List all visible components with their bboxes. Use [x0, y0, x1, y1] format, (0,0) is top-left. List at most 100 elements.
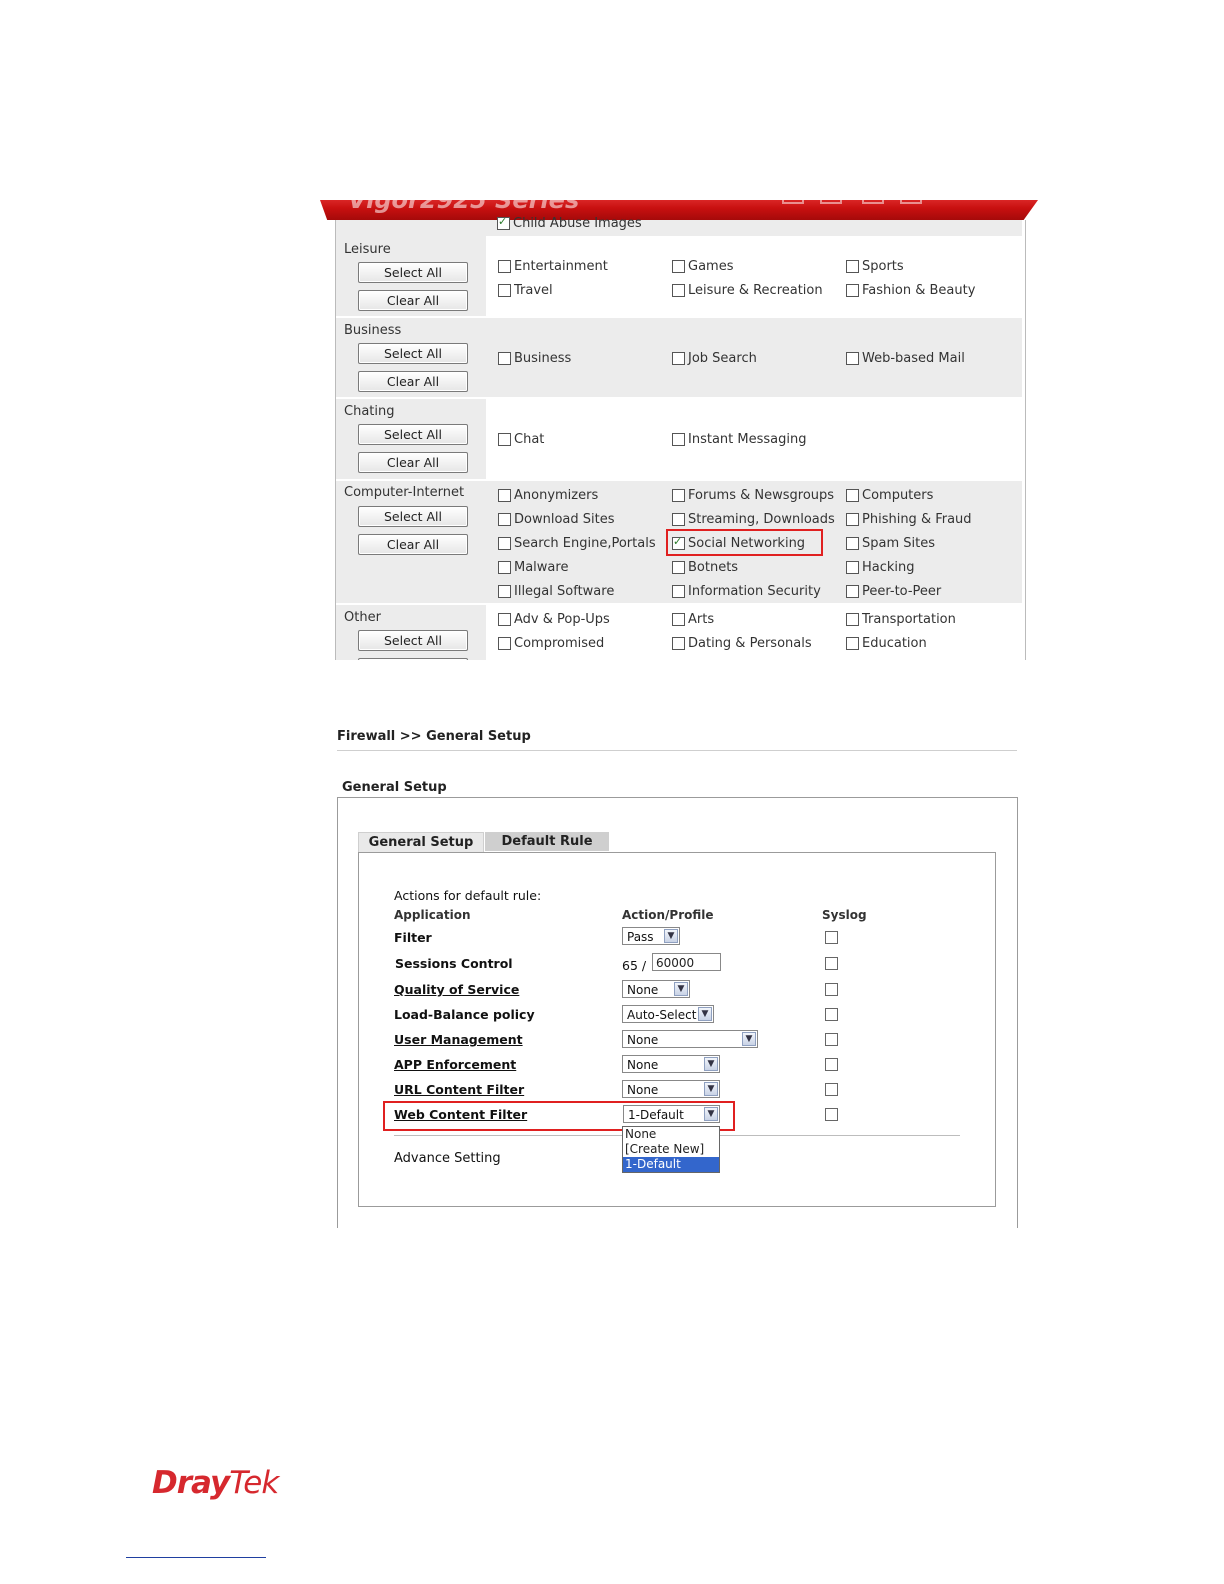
clear-all-button[interactable]: Clear All [358, 290, 468, 311]
footer-rule [126, 1557, 266, 1558]
category-checkbox[interactable]: Business [498, 351, 571, 366]
chevron-down-icon: ▼ [674, 982, 688, 996]
sessions-limit-input[interactable]: 60000 [652, 953, 721, 971]
syslog-checkbox[interactable] [825, 1058, 838, 1071]
clear-all-button[interactable] [358, 658, 468, 660]
category-name: Business [344, 323, 402, 338]
chevron-down-icon: ▼ [698, 1007, 712, 1021]
category-checkbox[interactable]: Games [672, 259, 733, 274]
category-checkbox[interactable]: Entertainment [498, 259, 608, 274]
router-banner: Vigor2925 Series [320, 190, 1038, 220]
syslog-checkbox[interactable] [825, 931, 838, 944]
category-checkbox[interactable]: Computers [846, 488, 933, 503]
category-checkbox[interactable]: Illegal Software [498, 584, 614, 599]
banner-title: Vigor2925 Series [348, 190, 580, 214]
divider [337, 750, 1017, 751]
advance-setting-label: Advance Setting [394, 1151, 501, 1166]
select-all-button[interactable]: Select All [358, 506, 468, 527]
category-checkbox[interactable]: Job Search [672, 351, 757, 366]
category-checkbox[interactable]: Arts [672, 612, 714, 627]
default-rule-panel: General Setup Default Rule Actions for d… [358, 832, 996, 1207]
load-balance-select[interactable]: Auto-Select ▼ [622, 1005, 714, 1023]
category-checkbox[interactable]: Compromised [498, 636, 604, 651]
syslog-checkbox[interactable] [825, 1083, 838, 1096]
clear-all-button[interactable]: Clear All [358, 452, 468, 473]
category-row-leisure: Leisure Select All Clear All Entertainme… [336, 236, 1022, 316]
chevron-down-icon: ▼ [704, 1057, 718, 1071]
category-checkbox[interactable]: Download Sites [498, 512, 614, 527]
actions-title: Actions for default rule: [394, 888, 542, 903]
chevron-down-icon: ▼ [742, 1032, 756, 1046]
category-row-business: Business Select All Clear All Business J… [336, 318, 1022, 397]
section-title: General Setup [342, 780, 447, 795]
row-label-url-content-filter[interactable]: URL Content Filter [394, 1082, 524, 1097]
draytek-logo: DrayTek [152, 1465, 279, 1501]
qos-select[interactable]: None ▼ [622, 980, 690, 998]
category-checkbox[interactable]: Web-based Mail [846, 351, 965, 366]
clear-all-button[interactable]: Clear All [358, 371, 468, 392]
category-name: Leisure [344, 242, 391, 257]
category-checkbox[interactable]: Chat [498, 432, 544, 447]
category-checkbox[interactable]: Dating & Personals [672, 636, 812, 651]
dropdown-option-selected[interactable]: 1-Default [623, 1157, 719, 1172]
syslog-checkbox[interactable] [825, 1108, 838, 1121]
category-checkbox[interactable]: Peer-to-Peer [846, 584, 941, 599]
sessions-current: 65 / [622, 958, 647, 973]
category-checkbox[interactable]: Anonymizers [498, 488, 598, 503]
select-all-button[interactable]: Select All [358, 262, 468, 283]
clear-all-button[interactable]: Clear All [358, 534, 468, 555]
category-checkbox[interactable]: Search Engine,Portals [498, 536, 656, 551]
category-checkbox[interactable]: Botnets [672, 560, 738, 575]
dropdown-option[interactable]: None [623, 1127, 719, 1142]
tab-general-setup[interactable]: General Setup [358, 832, 484, 852]
category-checkbox[interactable]: Malware [498, 560, 568, 575]
logout-icon[interactable] [900, 200, 922, 204]
syslog-checkbox[interactable] [825, 983, 838, 996]
user-management-select[interactable]: None ▼ [622, 1030, 758, 1048]
category-checkbox[interactable]: Education [846, 636, 927, 651]
category-checkbox[interactable]: Child Abuse Images [497, 215, 642, 231]
category-checkbox[interactable]: Forums & Newsgroups [672, 488, 834, 503]
home-icon[interactable] [782, 200, 804, 204]
category-checkbox[interactable]: Leisure & Recreation [672, 283, 823, 298]
chevron-down-icon: ▼ [664, 929, 678, 943]
row-label-filter: Filter [394, 930, 432, 945]
category-row-partial: Child Abuse Images [336, 215, 1022, 236]
category-checkbox[interactable]: Sports [846, 259, 904, 274]
row-label-qos[interactable]: Quality of Service [394, 982, 519, 997]
select-all-button[interactable]: Select All [358, 343, 468, 364]
row-label-user-management[interactable]: User Management [394, 1032, 523, 1047]
category-name: Chating [344, 404, 395, 419]
category-row-other: Other Select All Adv & Pop-Ups Arts Tran… [336, 605, 1022, 660]
category-checkbox[interactable]: Spam Sites [846, 536, 935, 551]
checkbox-box[interactable] [497, 215, 510, 230]
category-checkbox[interactable]: Hacking [846, 560, 915, 575]
syslog-checkbox[interactable] [825, 957, 838, 970]
syslog-checkbox[interactable] [825, 1008, 838, 1021]
tab-default-rule[interactable]: Default Rule [485, 832, 609, 851]
select-all-button[interactable]: Select All [358, 424, 468, 445]
dropdown-option[interactable]: [Create New] [623, 1142, 719, 1157]
category-checkbox[interactable]: Travel [498, 283, 553, 298]
save-icon[interactable] [862, 200, 884, 204]
category-checkbox[interactable]: Fashion & Beauty [846, 283, 975, 298]
url-content-filter-select[interactable]: None ▼ [622, 1080, 720, 1098]
syslog-checkbox[interactable] [825, 1033, 838, 1046]
menu-icon[interactable] [820, 200, 842, 204]
select-all-button[interactable]: Select All [358, 630, 468, 651]
filter-select[interactable]: Pass ▼ [622, 927, 680, 945]
category-checkbox[interactable]: Streaming, Downloads [672, 512, 835, 527]
category-name: Other [344, 610, 381, 625]
row-label-load-balance: Load-Balance policy [394, 1007, 535, 1022]
category-checkbox[interactable]: Adv & Pop-Ups [498, 612, 610, 627]
app-enforcement-select[interactable]: None ▼ [622, 1055, 720, 1073]
col-header-syslog: Syslog [822, 908, 867, 922]
category-checkbox[interactable]: Instant Messaging [672, 432, 806, 447]
web-category-panel: Vigor2925 Series Child Abuse Images Leis… [320, 190, 1038, 660]
web-content-filter-dropdown-list[interactable]: None [Create New] 1-Default [622, 1126, 720, 1173]
row-label-app-enforcement[interactable]: APP Enforcement [394, 1057, 516, 1072]
category-checkbox[interactable]: Transportation [846, 612, 956, 627]
category-checkbox[interactable]: Information Security [672, 584, 821, 599]
category-checkbox[interactable]: Phishing & Fraud [846, 512, 972, 527]
col-header-action: Action/Profile [622, 908, 714, 922]
